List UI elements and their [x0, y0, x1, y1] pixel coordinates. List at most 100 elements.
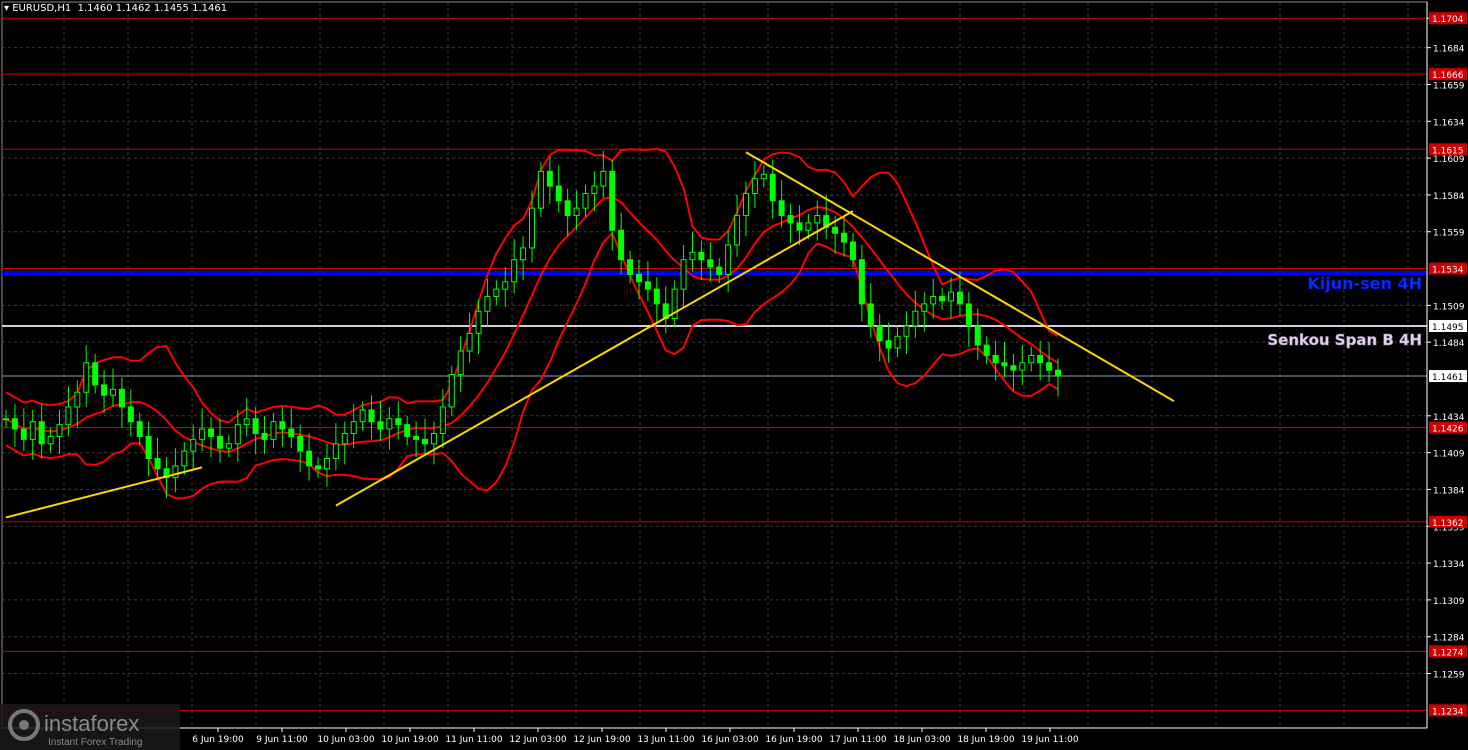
candle-body [332, 443, 339, 460]
candle-body [413, 435, 420, 440]
price-tick-label: 1.1309 [1433, 597, 1465, 607]
candle-body [796, 222, 803, 231]
time-tick-label: 18 Jun 19:00 [957, 735, 1014, 745]
candle-body [948, 291, 955, 302]
candle-body [627, 259, 634, 275]
candle-body [983, 344, 990, 356]
candle-body [172, 465, 179, 479]
candle-body [109, 388, 116, 396]
candle-body [546, 170, 553, 187]
level-tag-label: 1.1666 [1432, 71, 1464, 81]
candle-body [618, 229, 625, 261]
candle-body [591, 185, 598, 194]
candle-body [11, 418, 18, 430]
candle-body [20, 428, 27, 440]
time-tick-label: 12 Jun 19:00 [573, 735, 630, 745]
candle-body [29, 421, 36, 440]
candle-body [65, 406, 72, 426]
candle-body [475, 310, 482, 334]
time-tick-label: 10 Jun 03:00 [317, 735, 374, 745]
candle-body [448, 374, 455, 408]
time-tick-label: 6 Jun 19:00 [192, 735, 244, 745]
candle-body [644, 281, 651, 290]
candle-body [1046, 362, 1053, 371]
candle-body [1028, 354, 1035, 364]
candle-body [751, 178, 758, 194]
collapse-arrow-icon[interactable]: ▾ [4, 3, 12, 14]
candle-body [297, 435, 304, 452]
candle-body [653, 288, 660, 305]
level-tag-label: 1.1234 [1432, 707, 1464, 717]
candle-body [707, 259, 714, 268]
time-tick-label: 17 Jun 11:00 [829, 735, 886, 745]
time-tick-label: 10 Jun 19:00 [381, 735, 438, 745]
candle-body [243, 418, 250, 426]
candle-body [154, 458, 161, 470]
candle-body [368, 409, 375, 423]
candle-body [1019, 362, 1026, 371]
candle-body [101, 384, 108, 396]
price-tick-label: 1.1434 [1433, 413, 1465, 423]
candle-body [323, 458, 330, 470]
price-tick-label: 1.1484 [1433, 339, 1465, 349]
candle-body [127, 406, 134, 423]
candle-body [885, 340, 892, 349]
candle-body [734, 215, 741, 246]
candle-body [1010, 365, 1017, 371]
candle-body [894, 335, 901, 349]
candle-body [974, 325, 981, 346]
candle-body [190, 438, 197, 452]
brand-name: instaforex [44, 711, 139, 736]
candle-body [511, 259, 518, 283]
candle-body [306, 450, 313, 467]
candle-body [992, 354, 999, 364]
candle-body [38, 421, 45, 445]
candle-body [680, 259, 687, 290]
candle-body [787, 215, 794, 224]
price-tick-label: 1.1634 [1433, 118, 1465, 128]
candle-body [422, 438, 429, 445]
time-tick-label: 11 Jun 11:00 [445, 735, 502, 745]
candle-body [564, 200, 571, 217]
candle-body [502, 281, 509, 290]
candle-body [867, 303, 874, 327]
candle-body [635, 273, 642, 283]
price-tick-label: 1.1284 [1433, 634, 1465, 644]
candle-body [47, 435, 54, 445]
candle-body [555, 185, 562, 202]
price-tick-label: 1.1584 [1433, 192, 1465, 202]
candle-body [841, 232, 848, 243]
candle-body [742, 192, 749, 217]
candle-body [1037, 354, 1044, 364]
level-tag-label: 1.1495 [1432, 323, 1464, 333]
price-tick-label: 1.1259 [1433, 671, 1465, 681]
candle-body [814, 215, 821, 224]
candle-body [199, 428, 206, 440]
candle-body [760, 173, 767, 180]
candle-body [386, 418, 393, 430]
candle-body [716, 266, 723, 275]
time-tick-label: 13 Jun 11:00 [637, 735, 694, 745]
price-tick-label: 1.1609 [1433, 155, 1465, 165]
candle-body [832, 226, 839, 234]
candle-body [582, 192, 589, 209]
price-chart[interactable]: 1.1704 1.1684 1.1659 1.1634 1.1609 1.1584 1.15… [0, 0, 1468, 750]
price-tick-label: 1.1559 [1433, 229, 1465, 239]
candle-body [876, 325, 883, 342]
ohlc-values: 1.1460 1.1462 1.1455 1.1461 [77, 3, 228, 14]
candle-body [965, 303, 972, 327]
candle-body [778, 200, 785, 217]
candle-body [395, 418, 402, 426]
candle-body [520, 247, 527, 261]
candle-body [145, 435, 152, 460]
time-tick-label: 12 Jun 03:00 [509, 735, 566, 745]
candle-body [805, 222, 812, 231]
candle-body [912, 310, 919, 327]
price-tick-label: 1.1334 [1433, 560, 1465, 570]
candle-body [225, 443, 232, 449]
candle-body [279, 421, 286, 430]
candle-body [466, 332, 473, 352]
candle-body [439, 406, 446, 434]
level-tag-label: 1.1615 [1432, 146, 1464, 156]
candle-body [83, 362, 90, 393]
